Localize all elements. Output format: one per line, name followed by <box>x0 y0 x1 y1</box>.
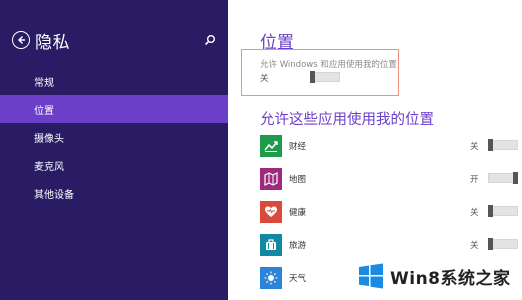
maps-icon <box>260 168 282 190</box>
sidebar-item-label: 常规 <box>34 77 54 89</box>
main-panel: 位置 允许 Windows 和应用使用我的位置 关 允许这些应用使用我的位置 财… <box>228 0 522 300</box>
sidebar-nav: 常规 位置 摄像头 麦克风 其他设备 <box>0 67 228 207</box>
health-icon <box>260 201 282 223</box>
page-title: 隐私 <box>35 33 70 53</box>
master-toggle-description: 允许 Windows 和应用使用我的位置 <box>260 60 397 70</box>
toggle-knob <box>488 238 493 250</box>
watermark-text: Win8系统之家 <box>390 268 511 289</box>
app-toggle-state: 关 <box>470 241 479 251</box>
app-location-toggle[interactable] <box>488 205 518 217</box>
toggle-knob <box>513 172 518 184</box>
sidebar-item-label: 位置 <box>34 105 54 117</box>
apps-heading: 允许这些应用使用我的位置 <box>260 112 434 128</box>
sidebar-item-other-devices[interactable]: 其他设备 <box>0 179 228 207</box>
sidebar-item-label: 摄像头 <box>34 133 64 145</box>
app-row-finance: 财经 关 <box>260 135 522 163</box>
toggle-knob <box>310 71 315 83</box>
sidebar: 隐私 常规 位置 摄像头 麦克风 其他设备 <box>0 0 228 300</box>
sidebar-item-general[interactable]: 常规 <box>0 67 228 95</box>
app-name: 健康 <box>289 208 307 218</box>
sidebar-item-location[interactable]: 位置 <box>0 95 228 123</box>
back-arrow-icon[interactable] <box>12 31 30 49</box>
app-location-toggle[interactable] <box>488 238 518 250</box>
master-location-toggle[interactable] <box>310 71 340 83</box>
weather-icon <box>260 267 282 289</box>
app-row-maps: 地图 开 <box>260 168 522 196</box>
master-toggle-state: 关 <box>260 74 269 84</box>
app-name: 地图 <box>289 175 307 185</box>
travel-icon <box>260 234 282 256</box>
watermark: Win8系统之家 <box>352 258 522 294</box>
app-location-toggle[interactable] <box>488 139 518 151</box>
app-row-health: 健康 关 <box>260 201 522 229</box>
toggle-knob <box>488 205 493 217</box>
app-toggle-state: 开 <box>470 175 479 185</box>
app-name: 旅游 <box>289 241 307 251</box>
app-location-toggle[interactable] <box>488 172 518 184</box>
app-name: 天气 <box>289 274 307 284</box>
sidebar-item-label: 麦克风 <box>34 161 64 173</box>
sidebar-item-camera[interactable]: 摄像头 <box>0 123 228 151</box>
app-toggle-state: 关 <box>470 208 479 218</box>
sidebar-item-microphone[interactable]: 麦克风 <box>0 151 228 179</box>
toggle-knob <box>488 139 493 151</box>
sidebar-item-label: 其他设备 <box>34 189 74 201</box>
windows-logo-icon <box>359 263 383 289</box>
app-name: 财经 <box>289 142 307 152</box>
app-toggle-state: 关 <box>470 142 479 152</box>
search-icon[interactable] <box>204 34 216 46</box>
finance-icon <box>260 135 282 157</box>
